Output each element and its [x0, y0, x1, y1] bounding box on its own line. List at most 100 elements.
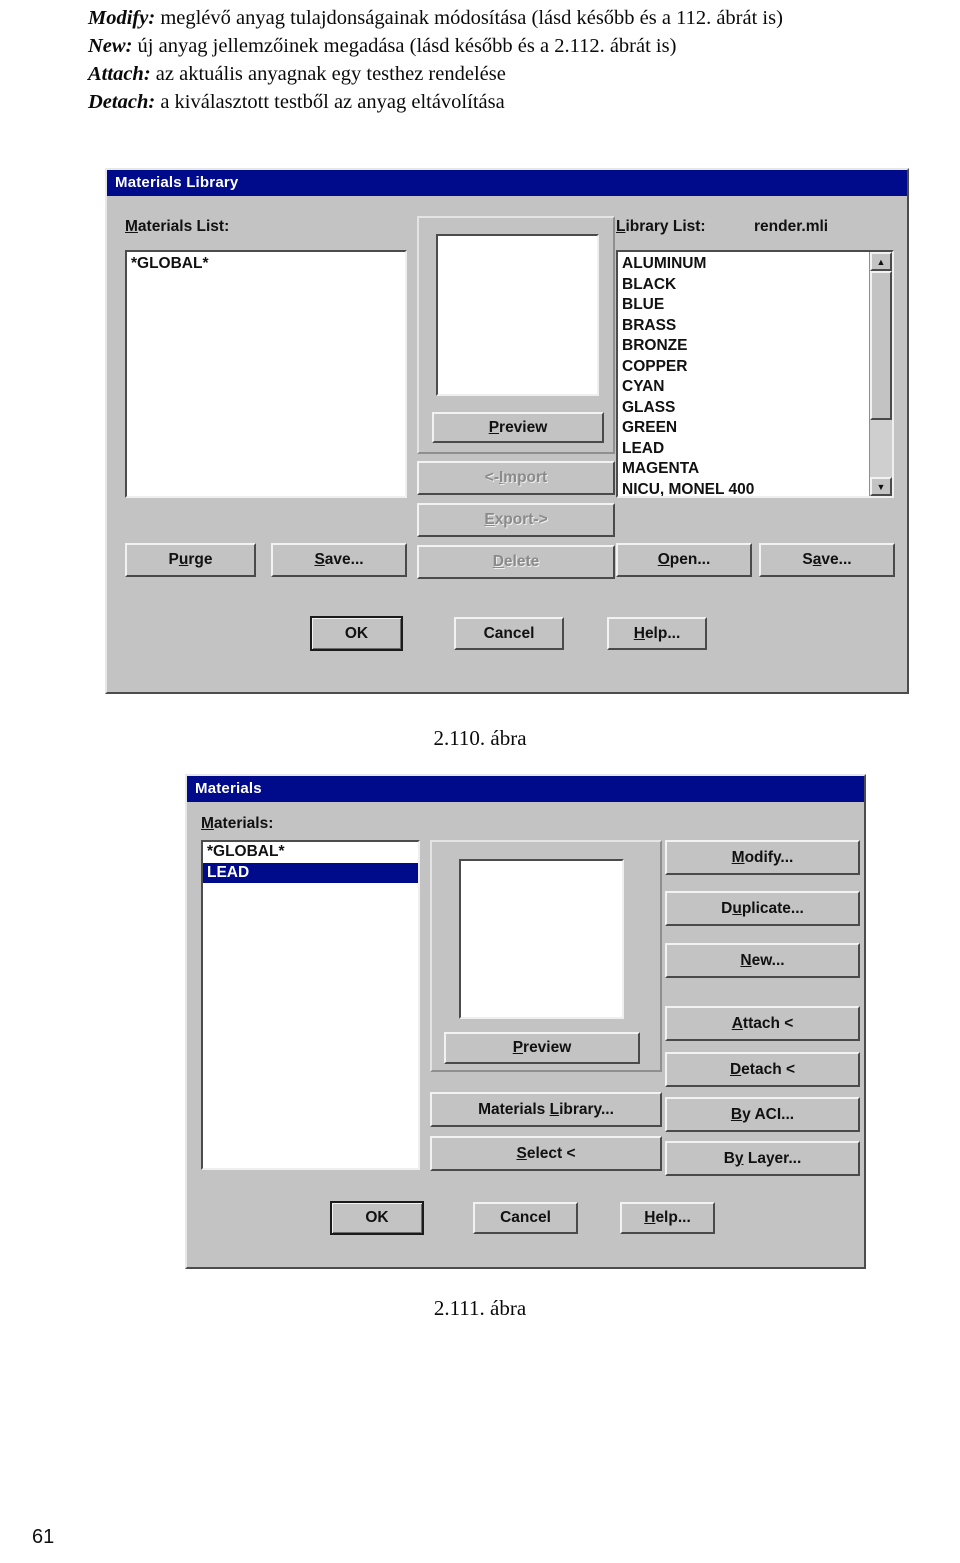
preview-button-library[interactable]: Preview [432, 412, 604, 443]
list-item[interactable]: LEAD [618, 439, 866, 460]
help-button[interactable]: Help... [607, 617, 707, 650]
prose-text-modify: meglévő anyag tulajdonságainak módosítás… [155, 7, 783, 29]
delete-button[interactable]: Delete [417, 545, 615, 579]
scroll-down-icon[interactable]: ▼ [870, 477, 892, 496]
cancel-button-2[interactable]: Cancel [473, 1202, 578, 1234]
figure-caption-2-111: 2.111. ábra [433, 1296, 527, 1320]
prose-text-attach: az aktuális anyagnak egy testhez rendelé… [150, 63, 506, 85]
export-button-label: Export-> [484, 511, 548, 528]
delete-button-label: Delete [492, 553, 540, 570]
intro-paragraph: Modify: meglévő anyag tulajdonságainak m… [88, 4, 938, 116]
prose-line-attach: Attach: az aktuális anyagnak egy testhez… [88, 60, 938, 88]
prose-keyword-modify: Modify: [88, 7, 156, 29]
scroll-up-icon[interactable]: ▲ [870, 252, 892, 271]
prose-text-detach: a kiválasztott testből az anyag eltávolí… [155, 91, 505, 113]
library-save-button[interactable]: Save... [759, 543, 895, 577]
list-item[interactable]: BRONZE [618, 336, 866, 357]
materials-list-box-2[interactable]: *GLOBAL* LEAD [201, 840, 420, 1170]
materials-label: Materials: [201, 815, 274, 832]
prose-keyword-new: New: [88, 35, 133, 57]
materials-library-title: Materials Library [115, 174, 239, 191]
list-item[interactable]: BLACK [618, 275, 866, 296]
materials-dialog: Materials Materials: *GLOBAL* LEAD Previ… [185, 774, 866, 1269]
preview-button-label: Preview [488, 418, 548, 436]
materials-list-label: Materials List: [125, 218, 230, 235]
materials-titlebar: Materials [187, 776, 864, 802]
attach-button[interactable]: Attach < [665, 1006, 860, 1041]
library-save-button-label: Save... [802, 551, 852, 568]
purge-button-label: Purge [168, 551, 213, 568]
detach-button[interactable]: Detach < [665, 1052, 860, 1087]
library-open-button-label: Open... [657, 551, 711, 568]
preview-button-materials[interactable]: Preview [444, 1032, 640, 1064]
new-button[interactable]: New... [665, 943, 860, 978]
modify-button[interactable]: Modify... [665, 840, 860, 875]
import-button[interactable]: <-Import [417, 461, 615, 495]
library-file-name: render.mli [754, 218, 829, 235]
select-button-label: Select < [516, 1144, 576, 1162]
detach-button-label: Detach < [729, 1060, 796, 1078]
preview-group-library: Preview [417, 216, 615, 454]
cancel-button-label: Cancel [483, 624, 535, 642]
materials-save-button-label: Save... [314, 551, 364, 568]
list-item[interactable]: *GLOBAL* [203, 842, 418, 863]
cancel-button[interactable]: Cancel [454, 617, 564, 650]
ok-button[interactable]: OK [310, 616, 403, 651]
by-aci-button[interactable]: By ACI... [665, 1097, 860, 1132]
attach-button-label: Attach < [731, 1014, 794, 1032]
prose-keyword-detach: Detach: [88, 91, 156, 113]
materials-save-button[interactable]: Save... [271, 543, 407, 577]
materials-library-button-label: Materials Library... [478, 1100, 614, 1118]
list-item[interactable]: MAGENTA [618, 459, 866, 480]
by-aci-button-label: By ACI... [730, 1105, 795, 1123]
page-number: 61 [32, 1526, 55, 1548]
list-item[interactable]: ALUMINUM [618, 254, 866, 275]
prose-line-new: New: új anyag jellemzőinek megadása (lás… [88, 32, 938, 60]
library-list-box[interactable]: ALUMINUM BLACK BLUE BRASS BRONZE COPPER … [616, 250, 894, 498]
list-item[interactable]: *GLOBAL* [127, 254, 405, 275]
by-layer-button[interactable]: By Layer... [665, 1141, 860, 1176]
prose-line-detach: Detach: a kiválasztott testből az anyag … [88, 88, 938, 116]
scrollbar-thumb[interactable] [870, 271, 892, 420]
export-button[interactable]: Export-> [417, 503, 615, 537]
ok-button-2[interactable]: OK [330, 1201, 424, 1235]
list-item[interactable]: BRASS [618, 316, 866, 337]
library-list-scrollbar[interactable]: ▲ ▼ [869, 252, 892, 496]
materials-list-box[interactable]: *GLOBAL* [125, 250, 407, 498]
materials-title: Materials [195, 780, 262, 797]
preview-swatch-library [436, 234, 599, 396]
select-button[interactable]: Select < [430, 1136, 662, 1171]
help-button-2[interactable]: Help... [620, 1202, 715, 1234]
by-layer-button-label: By Layer... [723, 1149, 802, 1167]
list-item[interactable]: GREEN [618, 418, 866, 439]
materials-library-button[interactable]: Materials Library... [430, 1092, 662, 1127]
purge-button[interactable]: Purge [125, 543, 256, 577]
prose-line-modify: Modify: meglévő anyag tulajdonságainak m… [88, 4, 938, 32]
import-button-label: <-Import [484, 469, 548, 486]
list-item-selected[interactable]: LEAD [203, 862, 418, 883]
preview-group-materials: Preview [430, 840, 662, 1072]
duplicate-button-label: Duplicate... [721, 899, 804, 917]
duplicate-button[interactable]: Duplicate... [665, 891, 860, 926]
list-item[interactable]: CYAN [618, 377, 866, 398]
cancel-button-2-label: Cancel [500, 1209, 551, 1226]
materials-library-titlebar: Materials Library [107, 170, 907, 196]
list-item[interactable]: GLASS [618, 398, 866, 419]
list-item[interactable]: BLUE [618, 295, 866, 316]
modify-button-label: Modify... [731, 848, 794, 866]
new-button-label: New... [740, 951, 785, 969]
help-button-label: Help... [633, 624, 681, 642]
library-open-button[interactable]: Open... [616, 543, 752, 577]
materials-library-dialog: Materials Library Materials List: *GLOBA… [105, 168, 909, 694]
prose-text-new: új anyag jellemzőinek megadása (lásd kés… [132, 35, 677, 57]
library-list-label: Library List: [616, 218, 706, 235]
preview-button-materials-label: Preview [512, 1039, 572, 1056]
document-page: Modify: meglévő anyag tulajdonságainak m… [0, 0, 960, 1563]
list-item[interactable]: COPPER [618, 357, 866, 378]
preview-swatch-materials [459, 859, 624, 1019]
ok-button-label: OK [344, 624, 369, 642]
ok-button-2-label: OK [365, 1209, 389, 1226]
figure-caption-2-110: 2.110. ábra [433, 726, 527, 750]
prose-keyword-attach: Attach: [88, 63, 151, 85]
list-item[interactable]: NICU, MONEL 400 [618, 480, 866, 497]
